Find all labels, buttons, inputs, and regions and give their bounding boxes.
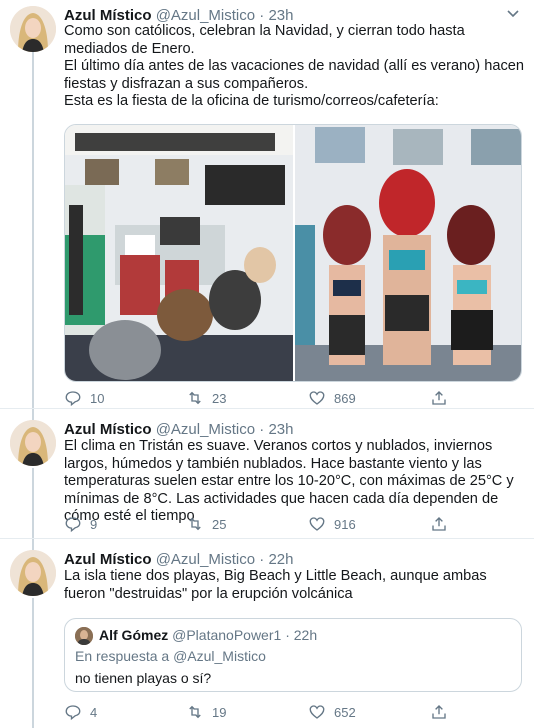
retweet-button[interactable]: 25 [186,514,226,534]
reply-count: 10 [90,390,105,406]
share-icon [432,705,446,719]
divider [0,408,534,409]
tweet-actions: 9 25 916 [64,514,484,534]
tweet-media[interactable] [64,124,522,382]
tweet-text: El clima en Tristán es suave. Veranos co… [64,438,524,526]
reply-prefix: En respuesta a [75,648,170,664]
tweet-paragraph: El clima en Tristán es suave. Veranos co… [64,438,518,524]
author-handle[interactable]: @Azul_Mistico [156,421,255,438]
share-button[interactable] [430,514,448,534]
retweet-count: 19 [212,704,227,720]
tweet-paragraph: El último día antes de las vacaciones de… [64,58,529,92]
reply-count: 4 [90,704,98,720]
tweet-header: Azul Místico @Azul_Mistico · 23h [64,420,293,440]
author-name[interactable]: Azul Místico [64,421,152,438]
tweet[interactable]: Azul Místico @Azul_Mistico · 23h Como so… [0,6,534,408]
share-button[interactable] [430,702,448,722]
reply-icon [65,391,81,407]
retweet-icon [189,517,201,531]
avatar[interactable] [10,420,56,466]
like-count: 652 [334,704,356,720]
like-button[interactable]: 869 [308,388,356,408]
share-button[interactable] [430,388,448,408]
tweet[interactable]: Azul Místico @Azul_Mistico · 23h El clim… [0,420,534,538]
retweet-button[interactable]: 23 [186,388,226,408]
separator-dot: · [259,551,265,568]
separator-dot: · [259,7,265,24]
like-icon [309,391,325,405]
like-icon [309,517,325,531]
timestamp[interactable]: 23h [268,7,293,24]
like-icon [309,705,325,719]
retweet-count: 25 [212,516,227,532]
chevron-down-icon[interactable] [506,6,520,20]
tweet-paragraph: Esta es la fiesta de la oficina de turis… [64,93,439,109]
author-handle[interactable]: @Azul_Mistico [156,7,255,24]
tweet-actions: 4 19 652 [64,702,484,722]
tweet-text: La isla tiene dos playas, Big Beach y Li… [64,568,524,603]
costume-party-photo[interactable] [295,125,521,381]
timestamp[interactable]: 22h [268,551,293,568]
reply-button[interactable]: 9 [64,514,97,534]
tweet-paragraph: La isla tiene dos playas, Big Beach y Li… [64,568,491,602]
quoted-tweet-header: Alf Gómez @PlatanoPower1 · 22h [99,625,317,645]
reply-mention[interactable]: @Azul_Mistico [173,648,266,664]
like-count: 869 [334,390,356,406]
tweet-header: Azul Místico @Azul_Mistico · 22h [64,550,293,570]
separator-dot: · [259,421,265,438]
retweet-icon [189,391,201,405]
reply-button[interactable]: 4 [64,702,97,722]
share-icon [432,391,446,405]
reply-button[interactable]: 10 [64,388,104,408]
office-party-photo[interactable] [65,125,293,381]
reply-context: En respuesta a @Azul_Mistico [75,647,266,665]
avatar[interactable] [10,6,56,52]
like-button[interactable]: 916 [308,514,356,534]
quoted-tweet-text: no tienen playas o sí? [75,670,212,686]
author-handle[interactable]: @PlatanoPower1 [172,627,281,643]
quoted-tweet-card[interactable]: Alf Gómez @PlatanoPower1 · 22h En respue… [64,618,522,692]
retweet-icon [189,705,201,719]
retweet-button[interactable]: 19 [186,702,226,722]
reply-icon [65,705,81,721]
author-name[interactable]: Azul Místico [64,551,152,568]
author-name[interactable]: Alf Gómez [99,627,168,643]
divider [0,538,534,539]
retweet-count: 23 [212,390,227,406]
like-count: 916 [334,516,356,532]
timestamp[interactable]: 23h [268,421,293,438]
avatar[interactable] [75,627,93,645]
reply-icon [65,517,81,533]
author-name[interactable]: Azul Místico [64,7,152,24]
tweet-paragraph: Como son católicos, celebran la Navidad,… [64,23,469,57]
timestamp[interactable]: 22h [294,627,317,643]
like-button[interactable]: 652 [308,702,356,722]
separator-dot: · [285,627,290,643]
tweet-text: Como son católicos, celebran la Navidad,… [64,23,524,111]
share-icon [432,517,446,531]
reply-count: 9 [90,516,98,532]
author-handle[interactable]: @Azul_Mistico [156,551,255,568]
tweet-actions: 10 23 869 [64,388,484,408]
avatar[interactable] [10,550,56,596]
